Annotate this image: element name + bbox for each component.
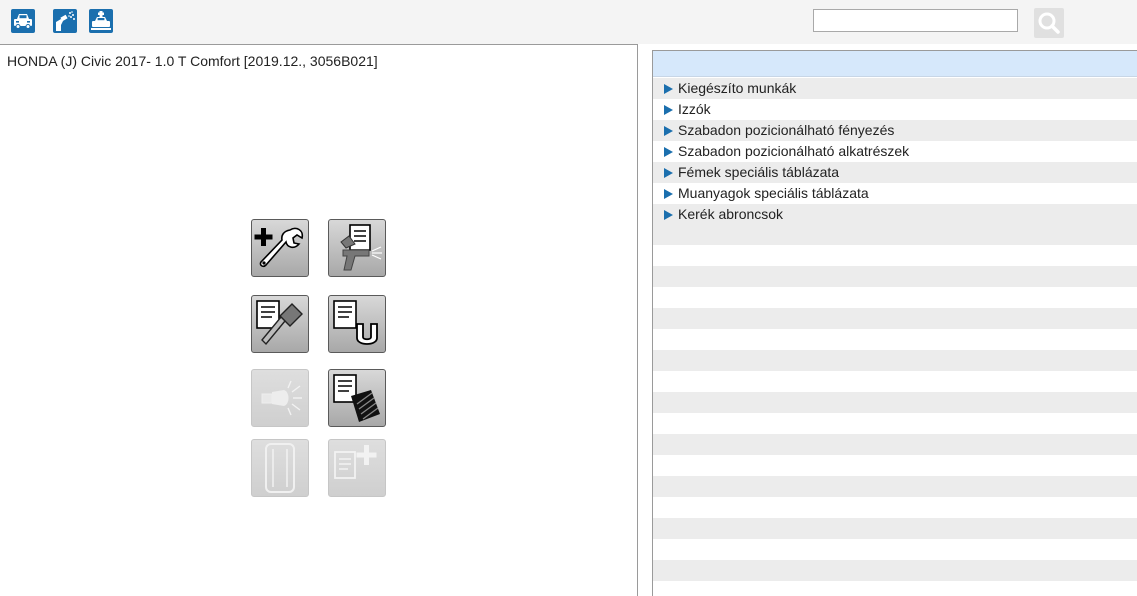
vehicle-panel: HONDA (J) Civic 2017- 1.0 T Comfort [201… bbox=[0, 44, 638, 596]
tire-table-button[interactable] bbox=[328, 369, 386, 427]
triangle-right-icon bbox=[664, 147, 673, 157]
category-item-muanyagok[interactable]: Muanyagok speciális táblázata bbox=[653, 183, 1137, 204]
paint-gun-button[interactable] bbox=[328, 219, 386, 277]
triangle-right-icon bbox=[664, 189, 673, 199]
additional-work-button[interactable] bbox=[251, 219, 309, 277]
vehicle-title: HONDA (J) Civic 2017- 1.0 T Comfort [201… bbox=[7, 53, 378, 69]
search-button[interactable] bbox=[1034, 8, 1064, 38]
vehicle-icon[interactable] bbox=[11, 9, 35, 33]
category-label: Szabadon pozicionálható fényezés bbox=[678, 122, 895, 138]
vehicle-repair-icon[interactable] bbox=[89, 9, 113, 33]
category-panel: Kiegészíto munkák Izzók Szabadon pozicio… bbox=[652, 50, 1137, 596]
magnifier-icon bbox=[1038, 12, 1060, 34]
category-label: Kerék abroncsok bbox=[678, 206, 784, 222]
category-item-femek[interactable]: Fémek speciális táblázata bbox=[653, 162, 1137, 183]
triangle-right-icon bbox=[664, 210, 673, 220]
category-panel-header bbox=[653, 51, 1137, 77]
category-item-alkatreszek[interactable]: Szabadon pozicionálható alkatrészek bbox=[653, 141, 1137, 162]
category-item-fenyezes[interactable]: Szabadon pozicionálható fényezés bbox=[653, 120, 1137, 141]
triangle-right-icon bbox=[664, 168, 673, 178]
tire-document-icon bbox=[333, 374, 380, 422]
triangle-right-icon bbox=[664, 105, 673, 115]
category-label: Fémek speciális táblázata bbox=[678, 164, 840, 180]
category-item-kiegeszito-munkak[interactable]: Kiegészíto munkák bbox=[653, 78, 1137, 99]
search-input[interactable] bbox=[813, 9, 1018, 32]
add-document-icon bbox=[334, 445, 377, 479]
category-label: Izzók bbox=[678, 101, 711, 117]
bulb-icon bbox=[261, 380, 302, 416]
body-work-button[interactable] bbox=[251, 295, 309, 353]
additional-work-icon bbox=[254, 227, 304, 268]
triangle-right-icon bbox=[664, 126, 673, 136]
paint-spray-icon[interactable] bbox=[53, 9, 77, 33]
add-item-button bbox=[328, 439, 386, 497]
bulb-button bbox=[251, 369, 309, 427]
tire-button bbox=[251, 439, 309, 497]
category-label: Kiegészíto munkák bbox=[678, 80, 797, 96]
triangle-right-icon bbox=[664, 84, 673, 94]
top-toolbar bbox=[0, 0, 1137, 44]
tire-icon bbox=[265, 443, 295, 493]
hammer-document-icon bbox=[256, 300, 303, 346]
category-label: Muanyagok speciális táblázata bbox=[678, 185, 869, 201]
magnet-document-icon bbox=[333, 300, 378, 345]
paint-gun-document-icon bbox=[340, 224, 382, 271]
category-list: Kiegészíto munkák Izzók Szabadon pozicio… bbox=[653, 78, 1137, 225]
magnet-button[interactable] bbox=[328, 295, 386, 353]
category-item-kerek-abroncsok[interactable]: Kerék abroncsok bbox=[653, 204, 1137, 225]
category-label: Szabadon pozicionálható alkatrészek bbox=[678, 143, 910, 159]
category-item-izzok[interactable]: Izzók bbox=[653, 99, 1137, 120]
